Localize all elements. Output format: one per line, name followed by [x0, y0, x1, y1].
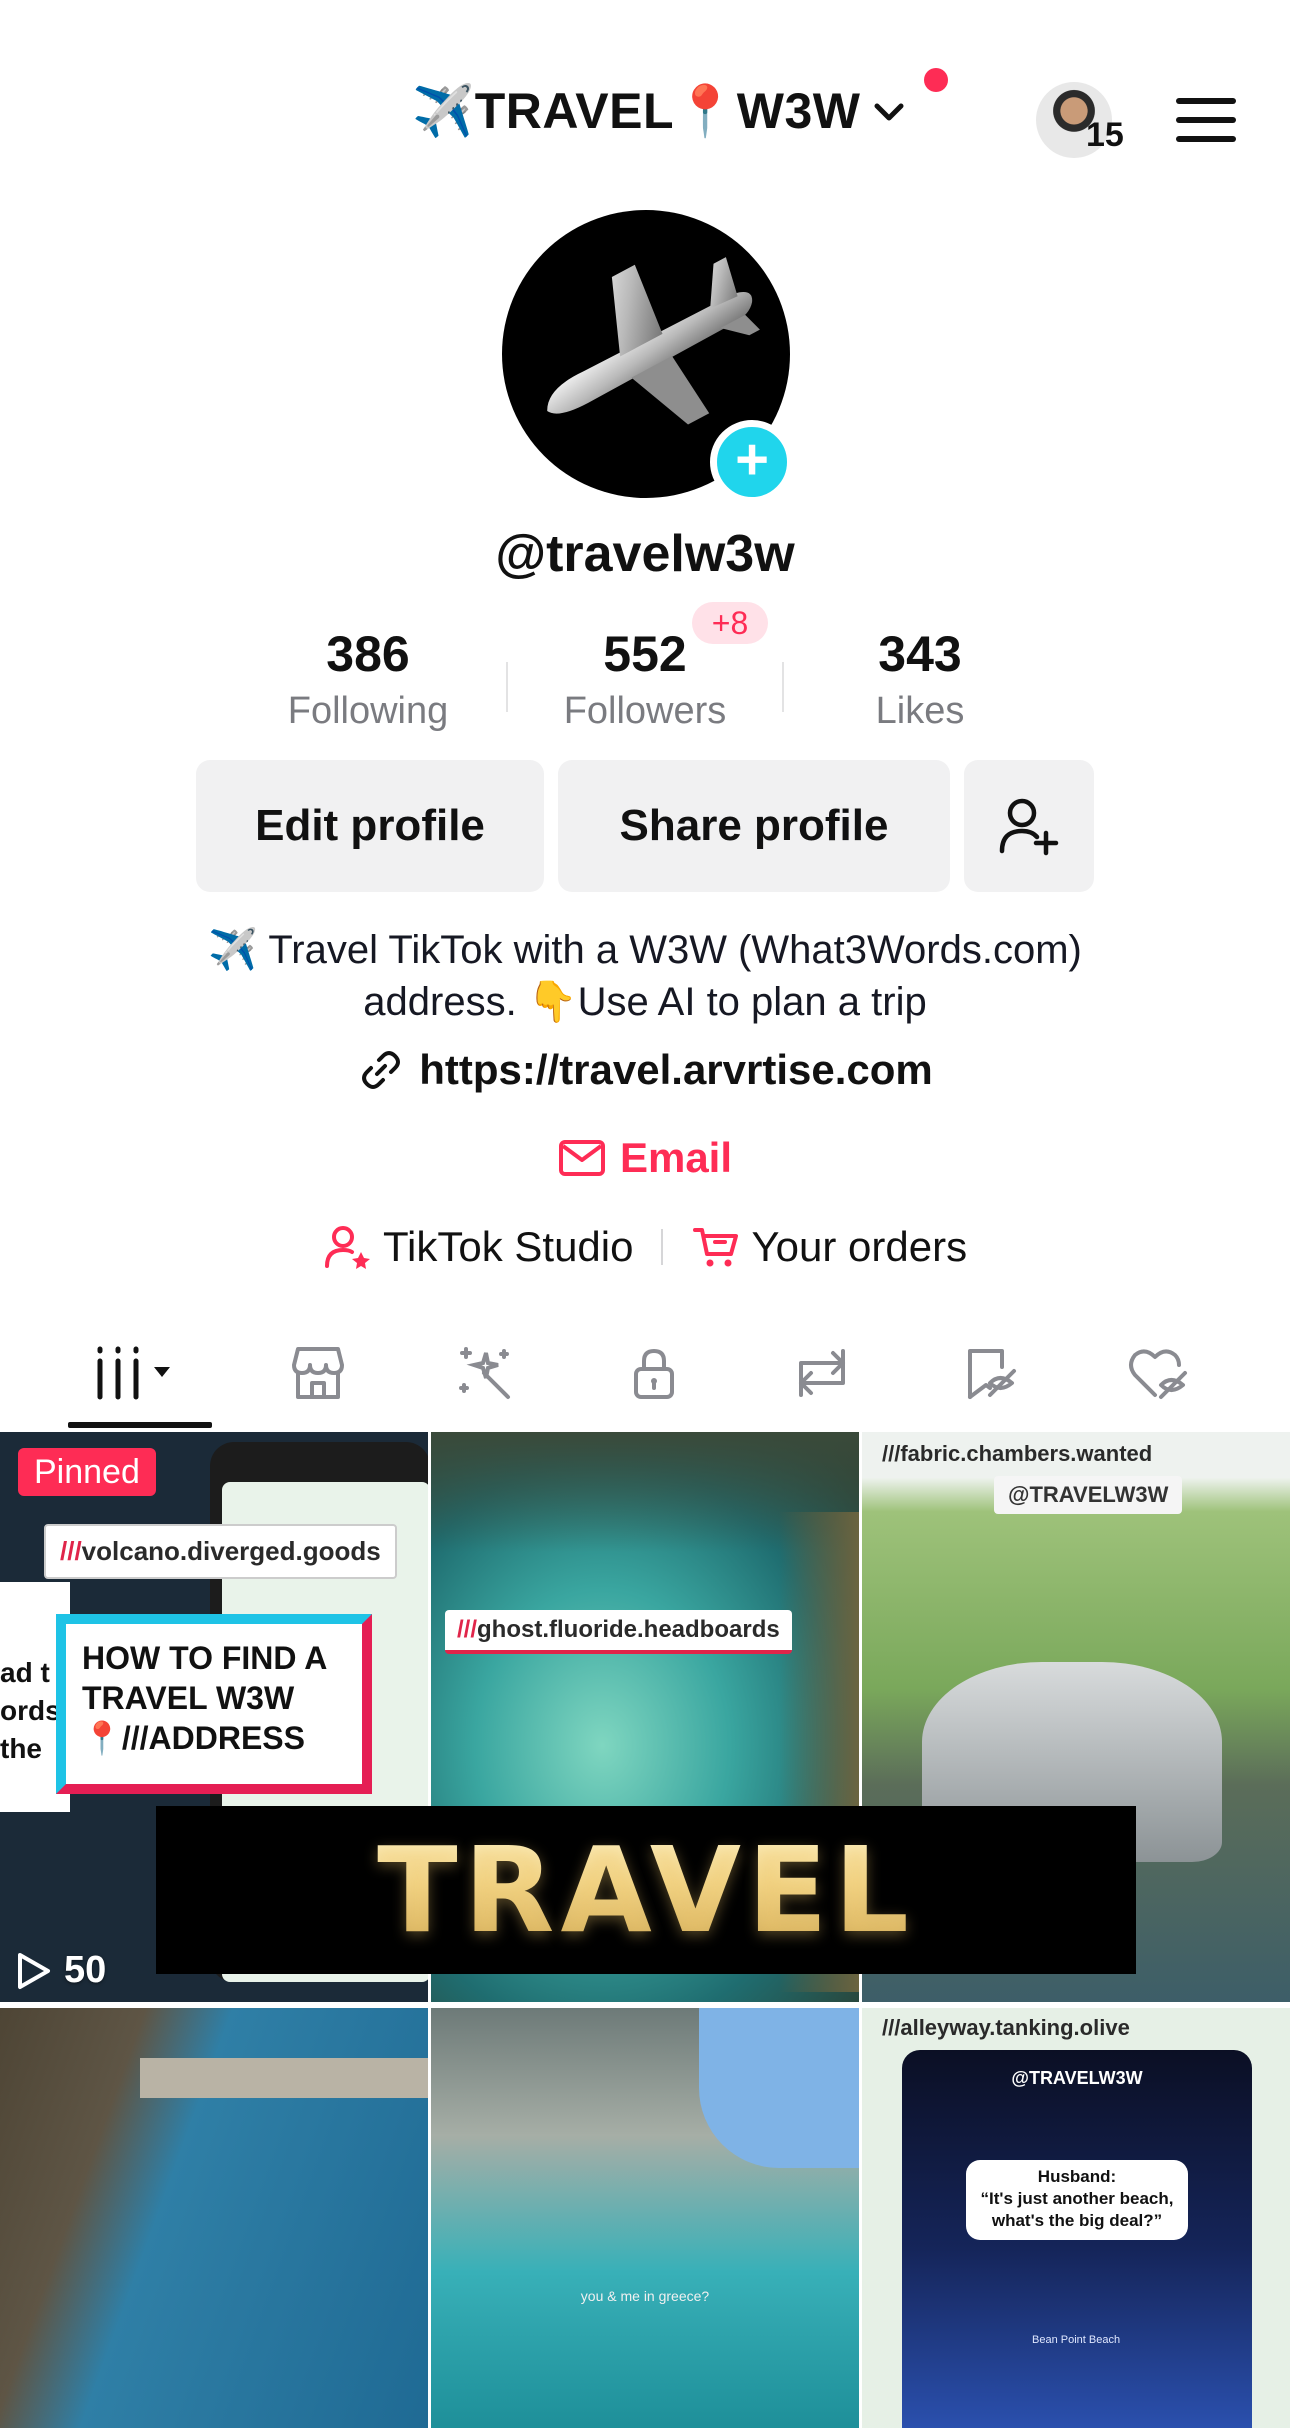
- profile-stats: 386 Following 552 Followers 343 Likes: [0, 624, 1290, 744]
- repost-icon: [799, 1349, 845, 1397]
- lock-icon: [634, 1349, 674, 1399]
- how-to-card: HOW TO FIND A TRAVEL W3W 📍///ADDRESS: [56, 1614, 372, 1794]
- how-to-line: TRAVEL W3W: [82, 1680, 295, 1716]
- username: @travelw3w: [495, 525, 795, 583]
- followers-label: Followers: [563, 690, 727, 732]
- add-user-icon: [999, 798, 1059, 856]
- side-text: ad t ords the: [0, 1654, 61, 1768]
- video-caption: you & me in greece?: [580, 2288, 710, 2304]
- side-text-line: the: [0, 1733, 42, 1764]
- share-profile-button[interactable]: Share profile: [558, 760, 950, 892]
- how-to-line: HOW TO FIND A: [82, 1640, 328, 1676]
- tab-private[interactable]: [574, 1316, 734, 1430]
- tab-reposts[interactable]: [742, 1316, 902, 1430]
- channel-handle: @TRAVELW3W: [1011, 2068, 1143, 2088]
- video-thumbnail[interactable]: ///alleyway.tanking.olive @TRAVELW3W Hus…: [862, 2008, 1290, 2428]
- likes-stat[interactable]: 343 Likes: [800, 624, 1040, 733]
- bubble-line: what's the big deal?”: [991, 2211, 1163, 2230]
- w3w-address: ghost.fluoride.headboards: [477, 1616, 780, 1643]
- active-tab-indicator: [68, 1422, 212, 1428]
- w3w-slashes: ///: [457, 1616, 478, 1643]
- w3w-address: fabric.chambers.wanted: [900, 1441, 1153, 1466]
- bio-line-1: ✈️ Travel TikTok with a W3W (What3Words.…: [208, 928, 1082, 972]
- speech-bubble: Husband: “It's just another beach, what'…: [966, 2160, 1188, 2240]
- email-button[interactable]: Email: [0, 1134, 1290, 1182]
- w3w-address-tag: ///ghost.fluoride.headboards: [445, 1610, 792, 1654]
- bubble-line: “It's just another beach,: [980, 2189, 1174, 2208]
- tab-shop[interactable]: [238, 1316, 398, 1430]
- w3w-slashes: ///: [60, 1536, 82, 1566]
- w3w-address-tag: ///fabric.chambers.wanted: [882, 1432, 1152, 1476]
- creator-links: TikTok Studio Your orders: [0, 1222, 1290, 1272]
- tab-creations[interactable]: [406, 1316, 566, 1430]
- your-orders-link[interactable]: Your orders: [691, 1222, 967, 1272]
- bio-line-2: address. 👇Use AI to plan a trip: [363, 980, 927, 1024]
- w3w-slashes: ///: [882, 1441, 901, 1466]
- cart-icon: [693, 1228, 739, 1267]
- following-count: 386: [326, 626, 410, 682]
- stat-divider: [782, 662, 784, 712]
- studio-user-star-icon: [324, 1226, 370, 1269]
- bookmark-hidden-icon: [968, 1349, 1016, 1399]
- following-label: Following: [287, 690, 449, 732]
- add-avatar-button[interactable]: +: [710, 420, 794, 504]
- video-thumbnail[interactable]: you & me in greece?: [431, 2008, 859, 2428]
- likes-label: Likes: [875, 690, 965, 732]
- chevron-down-icon: [874, 103, 903, 120]
- new-followers-badge: +8: [692, 602, 768, 644]
- account-name: ✈️TRAVEL📍W3W: [412, 83, 861, 139]
- edit-profile-button[interactable]: Edit profile: [196, 760, 544, 892]
- row-divider: [661, 1229, 664, 1265]
- phone-screen: @TRAVELW3W Husband: “It's just another b…: [902, 2050, 1252, 2428]
- tiktok-studio-link[interactable]: TikTok Studio: [323, 1222, 634, 1272]
- w3w-address-tag: ///volcano.diverged.goods: [44, 1524, 397, 1579]
- bio-text: ✈️ Travel TikTok with a W3W (What3Words.…: [0, 924, 1290, 1028]
- following-stat[interactable]: 386 Following: [248, 624, 488, 733]
- link-icon: [362, 1051, 401, 1089]
- how-to-line: 📍///ADDRESS: [82, 1720, 305, 1756]
- email-label: Email: [619, 1134, 733, 1181]
- channel-handle: @TRAVELW3W: [994, 1476, 1183, 1514]
- w3w-address: alleyway.tanking.olive: [900, 2015, 1130, 2040]
- play-icon: [18, 1952, 50, 1989]
- travel-banner-text: TRAVEL: [377, 1821, 915, 1959]
- shop-icon: [292, 1347, 344, 1399]
- travel-banner-overlay: TRAVEL: [156, 1806, 1136, 1974]
- w3w-address: volcano.diverged.goods: [81, 1536, 381, 1566]
- side-text-line: ords: [0, 1695, 61, 1726]
- profile-tabs: [0, 1316, 1290, 1430]
- stat-divider: [506, 662, 508, 712]
- map-pin-label: Bean Point Beach: [1032, 2334, 1121, 2346]
- your-orders-label: Your orders: [751, 1223, 968, 1270]
- videos-grid-icon: [97, 1346, 170, 1400]
- w3w-slashes: ///: [882, 2015, 901, 2040]
- video-thumbnail[interactable]: [0, 2008, 428, 2428]
- top-bar: ✈️TRAVEL📍W3W 15: [0, 0, 1290, 200]
- mail-icon: [558, 1140, 605, 1176]
- tiktok-studio-label: TikTok Studio: [382, 1223, 634, 1270]
- view-count: 50: [16, 1949, 106, 1992]
- website-link[interactable]: https://travel.arvrtise.com: [0, 1046, 1290, 1094]
- hamburger-menu-icon[interactable]: [1176, 98, 1236, 144]
- tab-favorites[interactable]: [910, 1316, 1070, 1430]
- magic-wand-icon: [459, 1347, 510, 1399]
- notification-dot: [924, 68, 948, 92]
- tab-videos[interactable]: [60, 1316, 220, 1430]
- website-url: https://travel.arvrtise.com: [419, 1046, 933, 1093]
- tab-liked[interactable]: [1078, 1316, 1238, 1430]
- bubble-line: Husband:: [1037, 2167, 1117, 2186]
- pinned-badge: Pinned: [18, 1448, 156, 1496]
- view-count-value: 50: [64, 1949, 107, 1991]
- side-text-line: ad t: [0, 1657, 50, 1688]
- account-switcher[interactable]: ✈️TRAVEL📍W3W: [412, 82, 909, 141]
- w3w-address-tag: ///alleyway.tanking.olive: [882, 2008, 1130, 2048]
- likes-count: 343: [878, 626, 962, 682]
- avatar-count-badge: 15: [1086, 116, 1124, 154]
- heart-hidden-icon: [1129, 1349, 1187, 1399]
- add-friends-button[interactable]: [964, 760, 1094, 892]
